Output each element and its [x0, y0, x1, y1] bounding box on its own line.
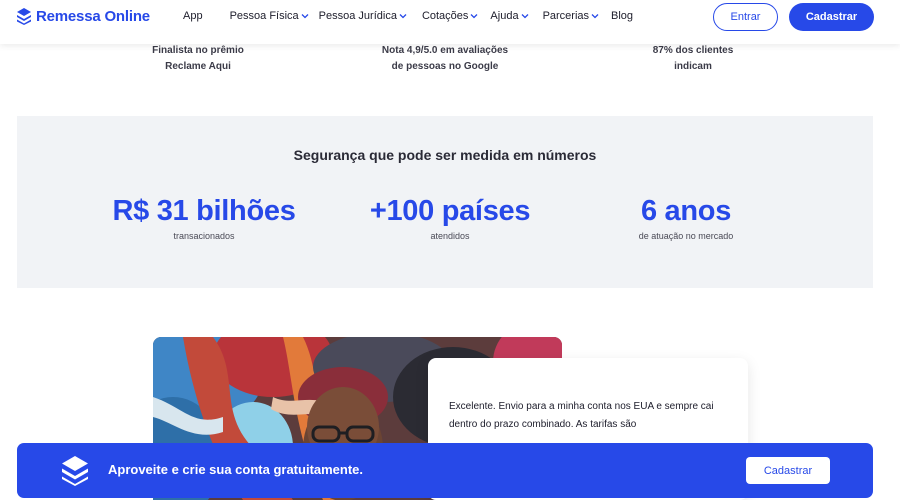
top-navbar: Remessa Online App Pessoa Física Pessoa Ju…	[0, 0, 900, 44]
signup-banner: Aproveite e crie sua conta gratuitamente…	[17, 443, 873, 498]
stat-value: 6 anos	[640, 195, 732, 227]
banner-signup-button[interactable]: Cadastrar	[746, 457, 830, 484]
nav-item-label: Cotações	[421, 10, 469, 22]
login-button[interactable]: Entrar	[713, 3, 778, 31]
stat-countries: +100 países atendidos	[340, 194, 560, 241]
section-title: Segurança que pode ser medida em números	[293, 147, 597, 163]
award-google-rating: Nota 4,9/5.0 em avaliações de pessoas no…	[350, 43, 540, 75]
signup-button[interactable]: Cadastrar	[789, 3, 874, 31]
award-line: Reclame Aqui	[165, 61, 231, 72]
award-line: Nota 4,9/5.0 em avaliações	[381, 45, 509, 56]
chevron-down-icon	[591, 14, 599, 19]
nav-item-parcerias[interactable]: Parcerias	[543, 10, 599, 22]
award-reclame-aqui: Finalista no prêmio Reclame Aqui	[118, 43, 278, 75]
chevron-down-icon	[470, 14, 478, 19]
nav-item-pessoa-jur-dica[interactable]: Pessoa Jurídica	[319, 10, 407, 22]
chevron-down-icon	[301, 14, 309, 19]
nav-item-pessoa-f-sica[interactable]: Pessoa Física	[230, 10, 309, 22]
layers-logo-icon	[17, 8, 31, 25]
numbers-section: Segurança que pode ser medida em números…	[17, 116, 873, 288]
stat-label: de atuação no mercado	[638, 231, 734, 241]
stat-years: 6 anos de atuação no mercado	[596, 194, 776, 241]
award-line: 87% dos clientes	[652, 45, 734, 56]
award-recommendation: 87% dos clientes indicam	[623, 43, 763, 75]
brand-name: Remessa Online	[36, 7, 150, 25]
chevron-down-icon	[399, 14, 407, 19]
stat-label: transacionados	[173, 231, 235, 241]
layers-logo-icon	[62, 456, 88, 486]
nav-item-label: Ajuda	[490, 10, 519, 22]
award-line: indicam	[674, 61, 712, 72]
stat-value: +100 países	[369, 195, 531, 227]
award-line: de pessoas no Google	[391, 61, 499, 72]
banner-text: Aproveite e crie sua conta gratuitamente…	[108, 462, 364, 477]
brand-logo[interactable]: Remessa Online	[16, 7, 150, 25]
stat-value: R$ 31 bilhões	[112, 195, 296, 227]
stat-label: atendidos	[430, 231, 470, 241]
testimonial-text: Excelente. Envio para a minha conta nos …	[449, 401, 714, 430]
nav-item-label: App	[183, 10, 203, 22]
stat-volume: R$ 31 bilhões transacionados	[94, 194, 314, 241]
nav-item-cota-es[interactable]: Cotações	[422, 10, 478, 22]
nav-item-label: Blog	[611, 10, 634, 22]
nav-item-label: Parcerias	[542, 10, 590, 22]
award-line: Finalista no prêmio	[152, 45, 244, 56]
chevron-down-icon	[521, 14, 529, 19]
nav-item-label: Pessoa Jurídica	[318, 10, 397, 22]
nav-item-app[interactable]: App	[183, 10, 203, 22]
nav-item-blog[interactable]: Blog	[611, 10, 633, 22]
nav-item-ajuda[interactable]: Ajuda	[490, 10, 529, 22]
main-menu: App Pessoa Física Pessoa Jurídica Cotações A…	[183, 10, 633, 22]
nav-item-label: Pessoa Física	[229, 10, 299, 22]
